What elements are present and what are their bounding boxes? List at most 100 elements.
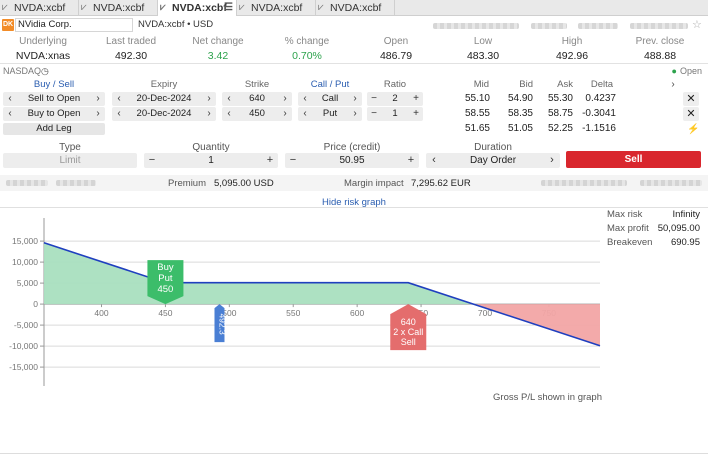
chevron-left-icon[interactable]: ‹ [224,107,234,121]
minus-icon[interactable]: − [146,153,158,168]
tab-label: NVDA:xcbf [330,2,382,14]
chevron-left-icon[interactable]: ‹ [114,107,124,121]
quote-high: 492.96 [555,50,589,62]
options-icon: ⩗ [239,2,245,13]
price-label: Price (credit) [323,142,381,153]
order-type-select[interactable]: Limit [3,153,137,168]
legs-header: Buy / Sell Expiry Strike Call / Put Rati… [0,79,708,91]
quote-prev-close: 488.88 [643,50,677,62]
leg-row: ‹ Sell to Open › ‹ 20-Dec-2024 › ‹ 640 › ‹ Call… [0,92,708,106]
chevron-left-icon[interactable]: ‹ [224,92,234,106]
plus-icon[interactable]: + [264,153,276,168]
col-mid: Mid [473,79,489,90]
total-mid: 51.65 [464,123,490,134]
chevron-right-icon[interactable]: › [546,153,558,168]
quote-label: High [561,36,583,47]
chevron-left-icon[interactable]: ‹ [5,92,15,106]
col-buy-sell: Buy / Sell [33,79,75,90]
chevron-right-icon[interactable]: › [280,107,290,121]
redacted-text [640,180,702,186]
y-tick-label: -15,000 [9,362,38,372]
marker-label: 2 x Call [393,327,423,337]
chevron-left-icon[interactable]: ‹ [5,107,15,121]
strike-select[interactable]: ‹ 450 › [222,107,292,121]
status-dot-icon: ● [671,66,677,76]
tab-nvda-3-active[interactable]: ⩗ NVDA:xcbf ☰ [158,0,237,16]
breakeven-label: Breakeven [607,237,653,248]
quote-pct-change: 0.70% [292,50,322,62]
strike-select[interactable]: ‹ 640 › [222,92,292,106]
quantity-label: Quantity [192,142,230,153]
chevron-right-icon[interactable]: › [666,79,680,91]
expiry-select[interactable]: ‹ 20-Dec-2024 › [112,92,216,106]
ratio-stepper[interactable]: − 2 + [367,92,423,106]
plus-icon[interactable]: + [411,92,421,106]
risk-graph: 15,000 10,000 5,000 0 -5,000 -10,000 -15,000 40… [9,218,601,386]
quantity-stepper[interactable]: − 1 + [144,153,278,168]
ask-value: 58.75 [547,108,573,119]
delta-value: -0.3041 [582,108,616,119]
instrument-subtitle: NVDA:xcbf • USD [138,19,214,30]
options-icon: ⩗ [318,2,324,13]
chevron-left-icon[interactable]: ‹ [300,92,310,106]
chevron-right-icon[interactable]: › [93,92,103,106]
plus-icon[interactable]: + [405,153,417,168]
tab-nvda-5[interactable]: ⩗ NVDA:xcbf [316,0,395,16]
x-tick-label: 400 [94,308,108,318]
price-stepper[interactable]: − 50.95 + [285,153,419,168]
bid-value: 54.90 [507,93,533,104]
duration-select[interactable]: ‹ Day Order › [426,153,560,168]
star-icon[interactable]: ☆ [692,19,704,31]
tab-nvda-2[interactable]: ⩗ NVDA:xcbf [79,0,158,16]
y-tick-label: 5,000 [17,278,39,288]
chevron-left-icon[interactable]: ‹ [300,107,310,121]
remove-leg-button[interactable]: ✕ [683,92,699,106]
call-put-select[interactable]: ‹ Call › [298,92,362,106]
chevron-right-icon[interactable]: › [350,92,360,106]
chevron-left-icon[interactable]: ‹ [428,153,440,168]
quote-label: Open [383,36,409,47]
quote-open: 486.79 [379,50,413,62]
quantity-value[interactable]: 1 [208,155,214,166]
expiry-select[interactable]: ‹ 20-Dec-2024 › [112,107,216,121]
hamburger-menu-icon[interactable]: ☰ [224,0,233,16]
max-risk-label: Max risk [607,209,643,220]
tab-nvda-1[interactable]: ⩗ NVDA:xcbf [0,0,79,16]
redacted-text [56,180,96,186]
margin-value: 7,295.62 EUR [411,178,471,189]
y-tick-label: -5,000 [14,320,38,330]
ratio-stepper[interactable]: − 1 + [367,107,423,121]
buy-sell-select[interactable]: ‹ Buy to Open › [3,107,105,121]
quote-net-change: 3.42 [207,50,229,62]
minus-icon[interactable]: − [287,153,299,168]
call-put-select[interactable]: ‹ Put › [298,107,362,121]
y-tick-label: -10,000 [9,341,38,351]
buy-sell-value: Sell to Open [27,93,81,104]
sell-button[interactable]: Sell [566,151,701,168]
plus-icon[interactable]: + [411,107,421,121]
chevron-right-icon[interactable]: › [350,107,360,121]
ratio-value: 2 [392,93,398,104]
price-value[interactable]: 50.95 [339,155,364,166]
breakeven-value: 690.95 [670,237,700,248]
total-bid: 51.05 [507,123,533,134]
options-icon: ⩗ [160,2,166,13]
remove-leg-button[interactable]: ✕ [683,107,699,121]
risk-panel: Max risk Infinity Max profit 50,095.00 Bre… [604,208,708,254]
instrument-search-input[interactable]: NVidia Corp. [15,18,133,32]
chevron-left-icon[interactable]: ‹ [114,92,124,106]
chevron-right-icon[interactable]: › [93,107,103,121]
exchange-label: NASDAQ [3,66,42,76]
minus-icon[interactable]: − [369,107,379,121]
chevron-right-icon[interactable]: › [280,92,290,106]
tab-nvda-4[interactable]: ⩗ NVDA:xcbf [237,0,316,16]
options-icon: ⩗ [2,2,8,13]
total-ask: 52.25 [547,123,573,134]
quote-underlying[interactable]: NVDA:xnas [8,50,78,62]
minus-icon[interactable]: − [369,92,379,106]
chevron-right-icon[interactable]: › [204,107,214,121]
buy-sell-select[interactable]: ‹ Sell to Open › [3,92,105,106]
max-risk-value: Infinity [672,209,700,220]
redacted-text [433,23,519,29]
chevron-right-icon[interactable]: › [204,92,214,106]
